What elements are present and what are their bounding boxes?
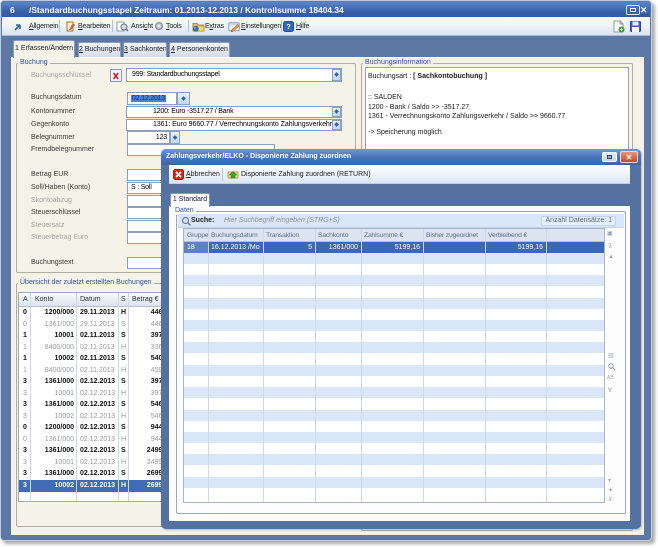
svg-text:?: ? bbox=[286, 22, 291, 31]
